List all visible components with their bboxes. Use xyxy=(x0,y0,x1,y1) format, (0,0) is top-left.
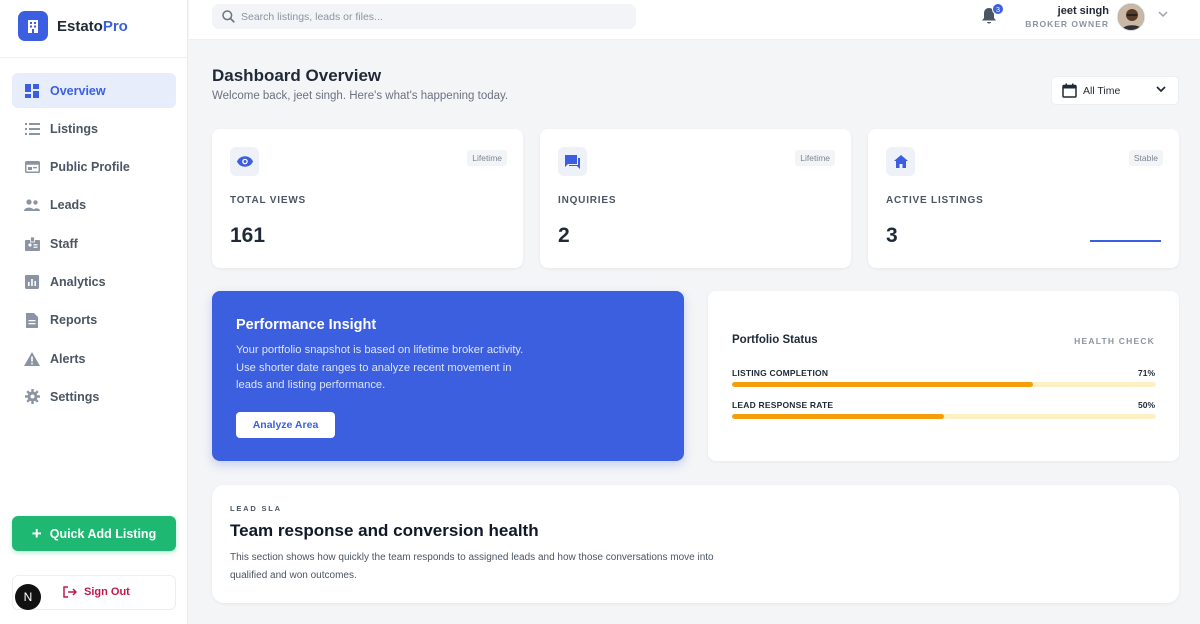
sidebar-item-public-profile[interactable]: Public Profile xyxy=(12,150,176,185)
date-range-label: All Time xyxy=(1083,84,1121,97)
progress-fill xyxy=(732,414,944,419)
sidebar-item-label: Alerts xyxy=(50,351,86,366)
profile-card-icon xyxy=(24,159,40,175)
plus-icon: + xyxy=(31,523,42,543)
quick-add-label: Quick Add Listing xyxy=(49,526,157,541)
sidebar-item-settings[interactable]: Settings xyxy=(12,379,176,414)
performance-insight-card: Performance Insight Your portfolio snaps… xyxy=(212,291,684,461)
stat-label: ACTIVE LISTINGS xyxy=(886,195,984,206)
insight-text: Your portfolio snapshot is based on life… xyxy=(236,344,524,391)
chat-icon xyxy=(558,147,587,176)
search-input[interactable] xyxy=(241,10,621,23)
sign-out-button[interactable]: Sign Out xyxy=(63,586,130,598)
stat-card-total-views: Lifetime TOTAL VIEWS 161 xyxy=(212,129,523,268)
brand-name: EstatoPro xyxy=(57,17,128,35)
stat-value: 2 xyxy=(558,224,570,247)
stat-tag: Stable xyxy=(1128,150,1163,166)
progress-fill xyxy=(732,382,1034,387)
building-icon xyxy=(18,11,48,41)
stat-label: TOTAL VIEWS xyxy=(230,195,307,206)
top-bar: 3 jeet singh BROKER OWNER xyxy=(189,0,1200,40)
calendar-icon xyxy=(1062,83,1077,98)
bar-chart-icon xyxy=(24,274,40,290)
stat-tag: Lifetime xyxy=(795,150,835,166)
sidebar-nav: Overview Listings Public Profile Leads S… xyxy=(12,73,176,418)
stat-value: 161 xyxy=(230,224,266,247)
list-icon xyxy=(24,121,40,137)
brand[interactable]: EstatoPro xyxy=(18,11,128,41)
section-description: This section shows how quickly the team … xyxy=(230,552,714,581)
section-title: Team response and conversion health xyxy=(230,521,539,540)
page-subtitle: Welcome back, jeet singh. Here's what's … xyxy=(212,90,509,102)
sign-out-label: Sign Out xyxy=(84,586,130,598)
dashboard-icon xyxy=(24,83,40,99)
sidebar-item-listings[interactable]: Listings xyxy=(12,111,176,146)
user-name: jeet singh xyxy=(1057,5,1109,17)
analyze-area-button[interactable]: Analyze Area xyxy=(236,412,335,438)
home-icon xyxy=(886,147,915,176)
progress-value: 71% xyxy=(1137,368,1155,378)
progress-bar-listing-completion xyxy=(732,382,1156,387)
sidebar-item-label: Listings xyxy=(50,121,98,136)
sidebar-item-reports[interactable]: Reports xyxy=(12,303,176,338)
sidebar-item-leads[interactable]: Leads xyxy=(12,188,176,223)
portfolio-status-card: Portfolio Status HEALTH CHECK LISTING CO… xyxy=(708,291,1179,461)
stat-value: 3 xyxy=(886,224,898,247)
user-role: BROKER OWNER xyxy=(1025,19,1109,29)
progress-bar-lead-response-rate xyxy=(732,414,1156,419)
progress-value: 50% xyxy=(1137,400,1155,410)
stat-label: INQUIRIES xyxy=(558,195,617,206)
progress-label: LISTING COMPLETION xyxy=(732,368,829,378)
sidebar-item-analytics[interactable]: Analytics xyxy=(12,264,176,299)
sidebar-item-staff[interactable]: Staff xyxy=(12,226,176,261)
user-avatar[interactable] xyxy=(1117,3,1145,31)
health-check-label: HEALTH CHECK xyxy=(1074,336,1155,346)
document-icon xyxy=(24,312,40,328)
sidebar-item-label: Leads xyxy=(50,198,87,213)
sidebar-footer: N Sign Out xyxy=(12,575,176,610)
avatar[interactable]: N xyxy=(15,584,41,610)
sidebar-item-label: Public Profile xyxy=(50,160,130,175)
sidebar-item-label: Analytics xyxy=(50,274,106,289)
divider xyxy=(0,57,188,58)
date-range-select[interactable]: All Time xyxy=(1051,76,1179,105)
chevron-down-icon xyxy=(1156,86,1166,93)
sidebar-item-label: Overview xyxy=(50,83,106,98)
portfolio-title: Portfolio Status xyxy=(732,334,818,346)
progress-label: LEAD RESPONSE RATE xyxy=(732,400,834,410)
gear-icon xyxy=(24,389,40,405)
quick-add-listing-button[interactable]: + Quick Add Listing xyxy=(12,516,176,551)
trend-line xyxy=(1090,240,1161,242)
chevron-down-icon[interactable] xyxy=(1158,11,1168,18)
sidebar-item-overview[interactable]: Overview xyxy=(12,73,176,108)
sidebar: EstatoPro Overview Listings Public Profi… xyxy=(0,0,188,624)
stat-tag: Lifetime xyxy=(467,150,507,166)
sidebar-item-alerts[interactable]: Alerts xyxy=(12,341,176,376)
stat-card-active-listings: Stable ACTIVE LISTINGS 3 xyxy=(868,129,1179,268)
page-title: Dashboard Overview xyxy=(212,66,382,85)
badge-icon xyxy=(24,236,40,252)
notification-badge: 3 xyxy=(992,3,1004,15)
logout-icon xyxy=(63,586,77,598)
eye-icon xyxy=(230,147,259,176)
search-box xyxy=(212,4,636,29)
search-icon xyxy=(222,10,235,23)
sidebar-item-label: Settings xyxy=(50,389,100,404)
user-info[interactable]: jeet singh BROKER OWNER xyxy=(1025,5,1109,29)
section-kicker: LEAD SLA xyxy=(230,504,282,513)
sidebar-item-label: Staff xyxy=(50,236,78,251)
stat-card-inquiries: Lifetime INQUIRIES 2 xyxy=(540,129,851,268)
sidebar-item-label: Reports xyxy=(50,313,98,328)
warning-icon xyxy=(24,351,40,367)
insight-title: Performance Insight xyxy=(236,317,377,333)
notifications-button[interactable]: 3 xyxy=(981,3,1004,24)
lead-sla-card: LEAD SLA Team response and conversion he… xyxy=(212,485,1179,603)
people-icon xyxy=(24,197,40,213)
